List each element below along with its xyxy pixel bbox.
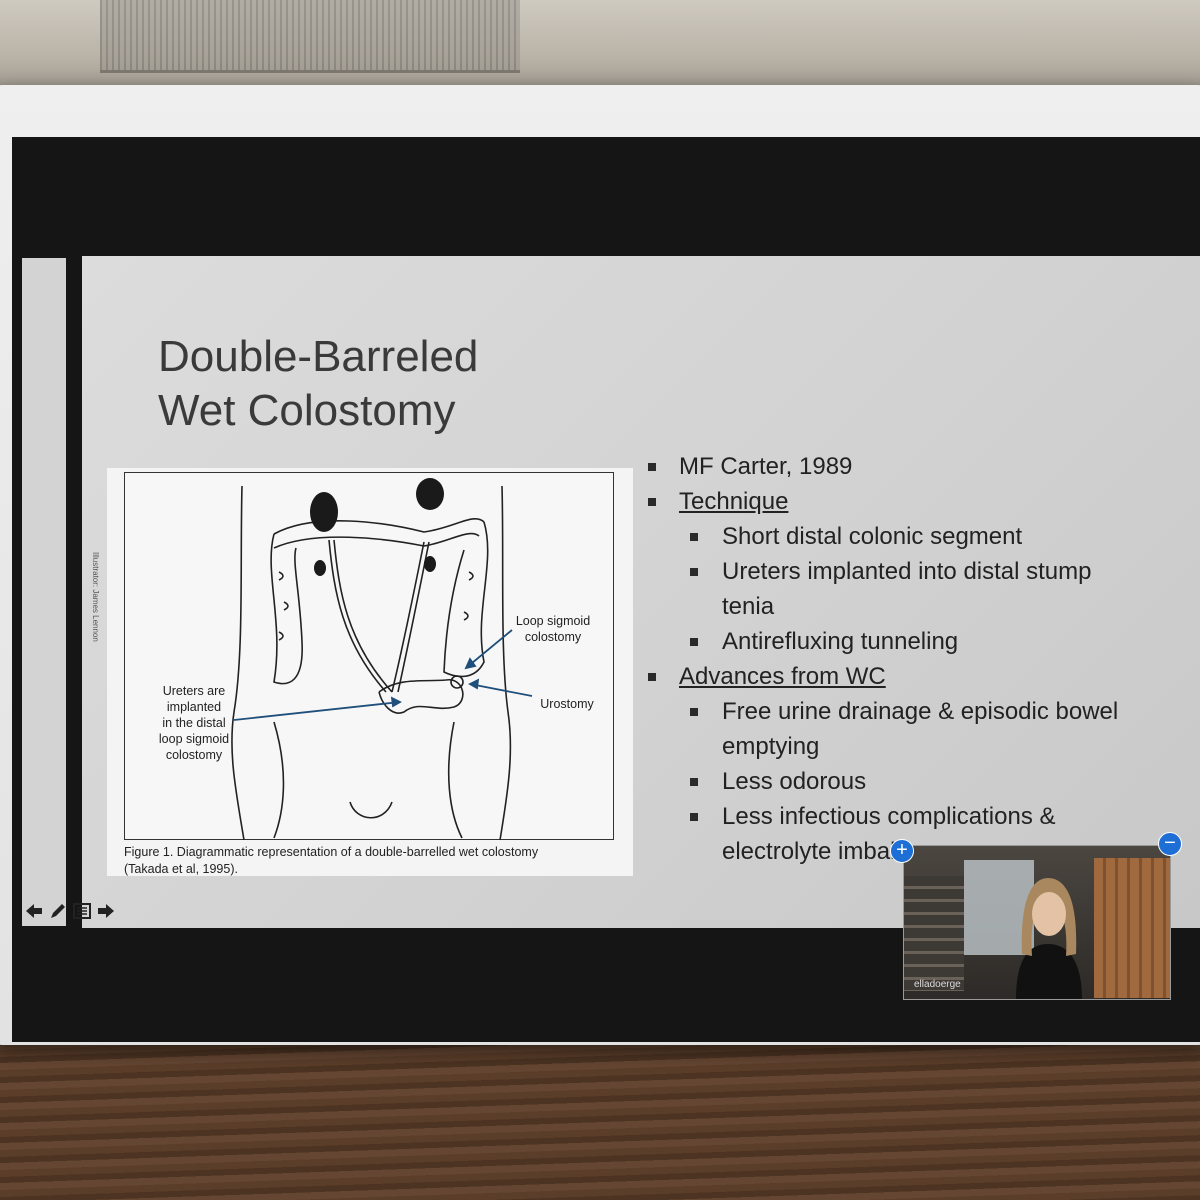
bullet-subitem: Short distal colonic segment — [690, 522, 1022, 552]
descending-colon — [443, 521, 489, 678]
figure-caption: Figure 1. Diagrammatic representation of… — [124, 844, 624, 878]
bullet-text: Ureters implanted into distal stump — [722, 558, 1092, 585]
pen-icon[interactable] — [48, 901, 68, 921]
label-loop-line1: Loop sigmoid — [515, 614, 591, 628]
expand-video-button[interactable]: + — [890, 839, 914, 863]
participant-video[interactable]: elladoerge — [903, 845, 1171, 1000]
bullet-subitem: Less odorous — [690, 767, 866, 797]
label-ureters-line5: colostomy — [165, 748, 223, 762]
bullet-item: Advances from WC — [648, 662, 886, 692]
right-kidney — [416, 478, 444, 510]
label-ureters: Ureters are implanted in the distal loop… — [144, 683, 244, 763]
arrow-urostomy — [469, 683, 533, 697]
right-ureter — [391, 541, 425, 693]
slide-nav-controls — [24, 900, 116, 922]
arrow-ureters — [233, 701, 401, 721]
bullet-text: MF Carter, 1989 — [679, 453, 853, 480]
bullet-continuation: tenia — [722, 593, 775, 620]
background-desk — [0, 1030, 1200, 1200]
left-kidney — [310, 492, 338, 532]
label-urostomy: Urostomy — [540, 697, 594, 711]
transverse-colon — [273, 517, 485, 535]
bullet-text: Short distal colonic segment — [722, 523, 1023, 550]
arrow-right-icon[interactable] — [96, 901, 116, 921]
bullet-text: Less odorous — [722, 768, 867, 795]
bullet-subitem: Antirefluxing tunneling — [690, 627, 958, 657]
menu-icon[interactable] — [72, 901, 92, 921]
label-ureters-line4: loop sigmoid — [158, 732, 230, 746]
slide-sidebar-strip — [22, 258, 66, 926]
bullet-subitem: Free urine drainage & episodic bowel — [690, 697, 1118, 727]
body-outline — [231, 485, 245, 840]
sigmoid-loop — [378, 679, 464, 714]
label-ureters-line3: in the distal — [162, 716, 226, 730]
bullet-text: Advances from WC — [679, 663, 886, 690]
slide-title-line2: Wet Colostomy — [158, 386, 456, 435]
participant-avatar — [1016, 878, 1082, 999]
background-mesh-tray — [100, 0, 520, 73]
slide-title-line1: Double-Barreled — [158, 332, 479, 381]
bullet-continuation: emptying — [722, 733, 820, 760]
bullet-text: Technique — [679, 488, 789, 515]
slide-title: Double-Barreled Wet Colostomy — [158, 330, 618, 438]
figure-caption-line2: (Takada et al, 1995). — [124, 862, 238, 876]
label-loop-line2: colostomy — [524, 630, 582, 644]
arrow-left-icon[interactable] — [24, 901, 44, 921]
bullet-text: Antirefluxing tunneling — [722, 628, 959, 655]
bullet-text: Free urine drainage & episodic bowel — [722, 698, 1119, 725]
label-loop-sigmoid: Loop sigmoid colostomy — [508, 613, 598, 645]
bullet-item: Technique — [648, 487, 788, 517]
video-background-wall — [1094, 858, 1170, 998]
left-ureter — [328, 539, 387, 693]
participant-name: elladoerge — [914, 979, 961, 990]
figure-caption-line1: Figure 1. Diagrammatic representation of… — [124, 845, 539, 859]
bullet-subitem: Ureters implanted into distal stump — [690, 557, 1092, 587]
video-background-shelf — [904, 876, 964, 991]
label-ureters-line1: Ureters are — [162, 684, 226, 698]
collapse-video-button[interactable]: − — [1158, 832, 1182, 856]
label-ureters-line2: implanted — [166, 700, 222, 714]
colostomy-diagram — [231, 478, 533, 840]
bullet-text: Less infectious complications & — [722, 803, 1056, 830]
bullet-item: MF Carter, 1989 — [648, 452, 852, 482]
bullet-subitem: Less infectious complications & — [690, 802, 1056, 832]
figure-credit: Illustrator: James Lennon — [91, 552, 100, 642]
